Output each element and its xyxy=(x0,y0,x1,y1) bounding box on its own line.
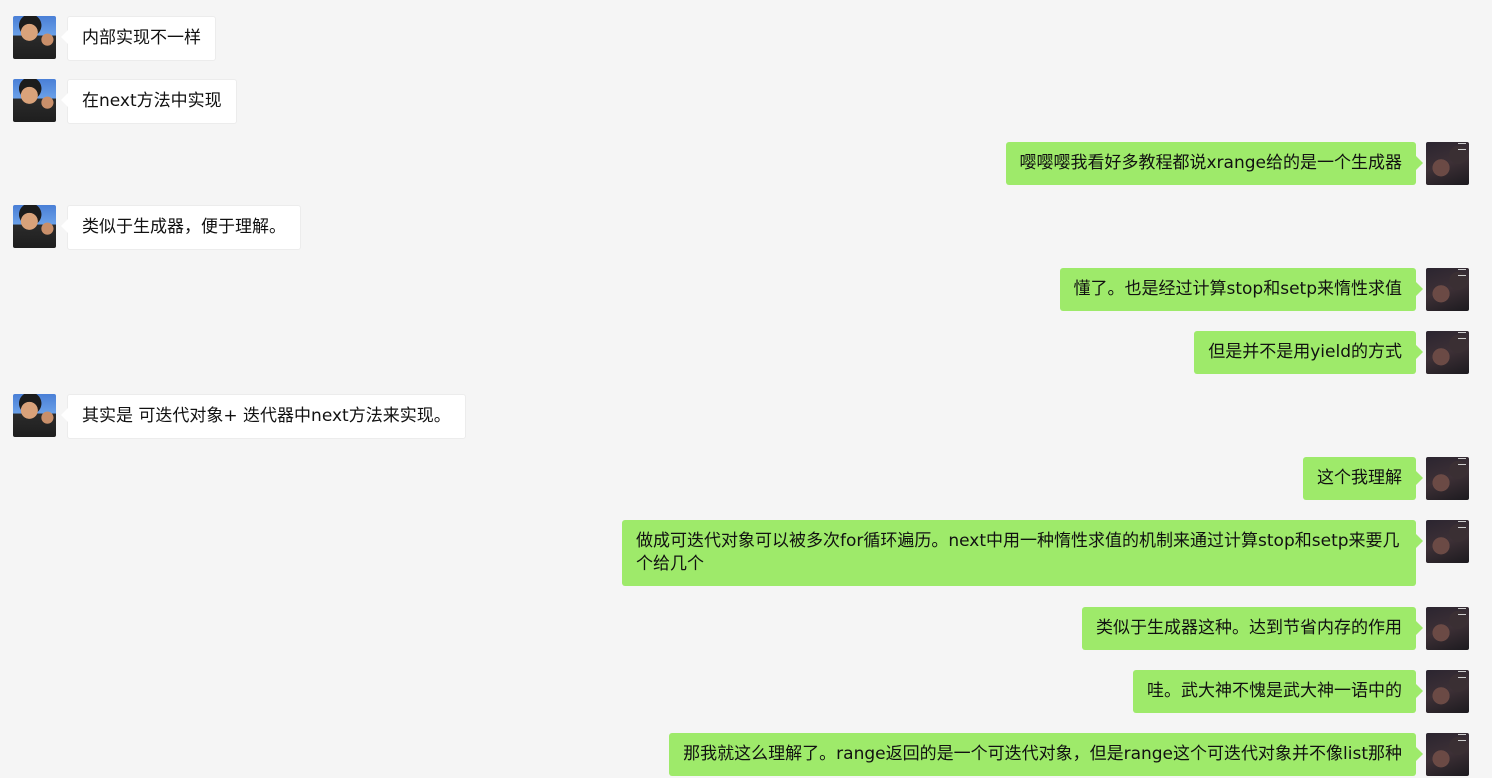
user-avatar[interactable] xyxy=(1426,520,1469,563)
contact-avatar[interactable] xyxy=(13,16,56,59)
received-message-bubble[interactable]: 其实是 可迭代对象+ 迭代器中next方法来实现。 xyxy=(61,394,466,439)
contact-avatar[interactable] xyxy=(13,394,56,437)
sent-message-bubble[interactable]: 懂了。也是经过计算stop和setp来惰性求值 xyxy=(1059,268,1423,311)
sent-message-bubble[interactable]: 这个我理解 xyxy=(1303,457,1423,500)
user-avatar[interactable] xyxy=(1426,733,1469,776)
avatar-mark-icon xyxy=(1458,734,1466,741)
received-message-bubble[interactable]: 在next方法中实现 xyxy=(61,79,237,124)
sent-message-bubble[interactable]: 嘤嘤嘤我看好多教程都说xrange给的是一个生成器 xyxy=(1005,142,1423,185)
received-message-bubble[interactable]: 内部实现不一样 xyxy=(61,16,216,61)
avatar-mark-icon xyxy=(1458,671,1466,678)
avatar-mark-icon xyxy=(1458,143,1466,150)
contact-avatar[interactable] xyxy=(13,205,56,248)
sent-message-bubble[interactable]: 哇。武大神不愧是武大神一语中的 xyxy=(1133,670,1423,713)
user-avatar[interactable] xyxy=(1426,331,1469,374)
avatar-mark-icon xyxy=(1458,269,1466,276)
avatar-mark-icon xyxy=(1458,458,1466,465)
received-message-bubble[interactable]: 类似于生成器，便于理解。 xyxy=(61,205,301,250)
user-avatar[interactable] xyxy=(1426,142,1469,185)
avatar-mark-icon xyxy=(1458,608,1466,615)
avatar-mark-icon xyxy=(1458,521,1466,528)
chat-window: 内部实现不一样 在next方法中实现 嘤嘤嘤我看好多教程都说xrange给的是一… xyxy=(0,0,1492,778)
sent-message-bubble[interactable]: 但是并不是用yield的方式 xyxy=(1194,331,1423,374)
user-avatar[interactable] xyxy=(1426,607,1469,650)
sent-message-bubble[interactable]: 类似于生成器这种。达到节省内存的作用 xyxy=(1082,607,1423,650)
sent-message-bubble[interactable]: 做成可迭代对象可以被多次for循环遍历。next中用一种惰性求值的机制来通过计算… xyxy=(622,520,1423,586)
avatar-mark-icon xyxy=(1458,332,1466,339)
sent-message-bubble[interactable]: 那我就这么理解了。range返回的是一个可迭代对象，但是range这个可迭代对象… xyxy=(669,733,1423,776)
user-avatar[interactable] xyxy=(1426,268,1469,311)
user-avatar[interactable] xyxy=(1426,670,1469,713)
user-avatar[interactable] xyxy=(1426,457,1469,500)
contact-avatar[interactable] xyxy=(13,79,56,122)
